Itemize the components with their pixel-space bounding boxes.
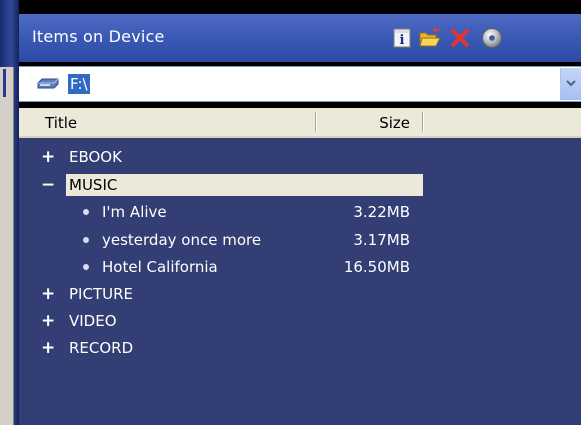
path-dropdown-button[interactable] [560, 68, 581, 100]
column-divider[interactable] [315, 112, 316, 132]
expand-icon[interactable]: + [41, 308, 55, 334]
chevron-down-icon [566, 80, 576, 87]
left-pane-edge [0, 0, 19, 425]
list-item[interactable]: I'm Alive 3.22MB [19, 199, 581, 225]
song-size: 16.50MB [343, 258, 410, 276]
song-title: yesterday once more [102, 231, 262, 249]
expand-icon[interactable]: + [41, 335, 55, 361]
song-size: 3.17MB [353, 231, 410, 249]
delete-icon[interactable] [448, 26, 472, 50]
drive-icon [37, 76, 59, 92]
bullet-icon [83, 264, 89, 270]
column-header: Title Size [19, 108, 581, 138]
expand-icon[interactable]: + [41, 144, 55, 170]
device-items-window: Items on Device i F:\ Title Size + EBOOK… [0, 0, 581, 425]
disc-icon[interactable] [480, 26, 504, 50]
song-title: Hotel California [102, 258, 218, 276]
panel-header: Items on Device i [19, 14, 581, 62]
info-icon[interactable]: i [390, 26, 414, 50]
list-item[interactable]: Hotel California 16.50MB [19, 254, 581, 280]
tree-node-music[interactable]: − MUSIC [19, 172, 581, 198]
tree-node-ebook[interactable]: + EBOOK [19, 144, 581, 170]
svg-text:i: i [400, 33, 405, 48]
column-size-header[interactable]: Size [379, 114, 410, 132]
tree-node-record[interactable]: + RECORD [19, 335, 581, 361]
column-title-header[interactable]: Title [45, 114, 77, 132]
device-tree: + EBOOK − MUSIC I'm Alive 3.22MB yesterd… [19, 138, 581, 425]
scrollbar-thumb[interactable] [3, 69, 6, 97]
tree-node-label-selected: MUSIC [66, 174, 423, 196]
expand-icon[interactable]: + [41, 281, 55, 307]
song-size: 3.22MB [353, 203, 410, 221]
bullet-icon [83, 237, 89, 243]
path-value[interactable]: F:\ [68, 74, 90, 94]
tree-node-picture[interactable]: + PICTURE [19, 281, 581, 307]
tree-node-label: EBOOK [69, 148, 122, 166]
left-pane-scrollbar[interactable] [0, 67, 14, 425]
panel-title: Items on Device [32, 27, 165, 46]
list-item[interactable]: yesterday once more 3.17MB [19, 227, 581, 253]
tree-node-label: VIDEO [69, 312, 117, 330]
open-folder-icon[interactable] [418, 26, 442, 50]
song-title: I'm Alive [102, 203, 167, 221]
column-divider[interactable] [422, 112, 423, 132]
bullet-icon [83, 209, 89, 215]
tree-node-label: PICTURE [69, 285, 133, 303]
path-combobox[interactable]: F:\ [19, 66, 581, 102]
tree-node-label: RECORD [69, 339, 134, 357]
collapse-icon[interactable]: − [41, 172, 55, 198]
tree-node-video[interactable]: + VIDEO [19, 308, 581, 334]
